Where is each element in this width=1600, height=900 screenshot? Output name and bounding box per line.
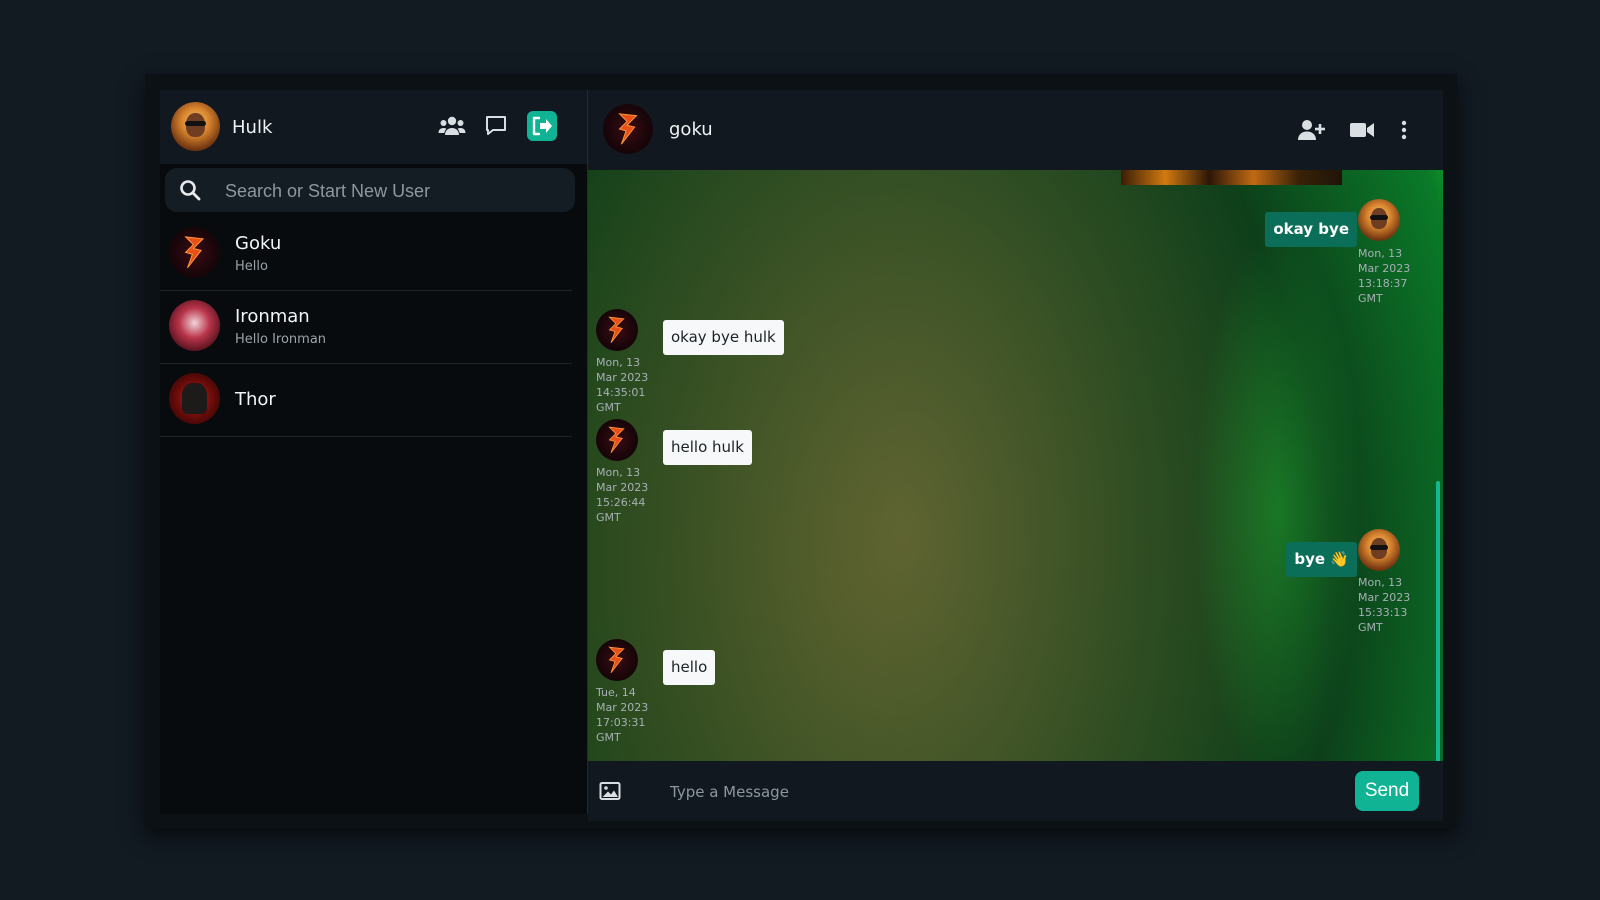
goku-logo-shape [608,426,626,453]
timestamp-line: Mon, 13 [596,466,641,479]
search-input[interactable] [223,168,567,214]
contact-name: Ironman [235,306,310,327]
timestamp-line: Mar 2023 [1358,591,1411,604]
sidebar: Hulk Search or Start New User Goku Hello… [160,90,587,814]
video-call-icon[interactable] [1347,115,1377,145]
current-user-name: Hulk [232,117,273,138]
timestamp-line: GMT [596,401,621,414]
message-timestamp: Mon, 13 Mar 2023 15:26:44 GMT [596,465,656,525]
chat-contact-name: goku [669,119,713,140]
outgoing-message-bubble: okay bye [1265,212,1357,247]
send-button[interactable]: Send [1355,771,1419,811]
contact-item-ironman[interactable]: Ironman Hello Ironman [160,290,572,364]
search-icon [179,179,201,201]
timestamp-line: Mon, 13 [1358,576,1403,589]
chat-panel: goku okay bye Mon, 13 Mar 2023 13:18:37 … [587,90,1443,821]
image-message-preview[interactable] [1121,170,1342,185]
chat-app-window: Hulk Search or Start New User Goku Hello… [145,74,1457,828]
contact-last-message: Hello Ironman [235,332,327,347]
sidebar-header: Hulk [160,90,587,164]
timestamp-line: 15:33:13 [1358,606,1408,619]
message-timestamp: Tue, 14 Mar 2023 17:03:31 GMT [596,685,656,745]
chat-glyph [486,116,506,135]
timestamp-line: GMT [596,731,621,744]
logout-icon [532,116,552,136]
messages-area[interactable]: okay bye Mon, 13 Mar 2023 13:18:37 GMT M… [588,170,1443,761]
contact-avatar [169,227,220,278]
message-timestamp: Mon, 13 Mar 2023 15:33:13 GMT [1358,575,1418,635]
incoming-message-bubble: hello [663,650,716,685]
timestamp-line: 14:35:01 [596,386,646,399]
avatar-shades-shape [184,120,207,127]
contact-avatar [169,300,220,351]
goku-logo-shape [608,646,626,673]
goku-logo-shape [618,113,638,145]
thor-figure-shape [181,383,208,414]
timestamp-line: Mon, 13 [1358,247,1403,260]
image-glyph [599,782,621,800]
search-glyph [180,180,201,201]
logout-button[interactable] [527,111,557,141]
contact-item-thor[interactable]: Thor [160,363,572,437]
message-sender-avatar [1358,529,1400,571]
contact-last-message: Hello [235,259,268,274]
timestamp-line: GMT [1358,292,1383,305]
incoming-message-bubble: okay bye hulk [663,320,784,355]
timestamp-line: Tue, 14 [596,686,636,699]
video-camera-glyph [1350,123,1374,137]
goku-logo-shape [608,316,626,343]
avatar-shades-shape [1369,214,1389,220]
chat-header: goku [588,90,1443,170]
timestamp-line: Mar 2023 [596,371,649,384]
message-sender-avatar [596,309,638,351]
users-glyph [438,116,466,135]
timestamp-line: 17:03:31 [596,716,646,729]
message-composer: Send [588,761,1443,821]
timestamp-line: Mar 2023 [1358,262,1411,275]
incoming-message-bubble: hello hulk [663,430,752,465]
users-icon[interactable] [437,111,467,141]
search-bar [165,168,575,214]
add-user-icon[interactable] [1296,115,1326,145]
contact-avatar [169,373,220,424]
attach-image-icon[interactable] [595,776,625,806]
contact-name: Goku [235,233,282,254]
message-timestamp: Mon, 13 Mar 2023 13:18:37 GMT [1358,246,1418,306]
current-user-avatar[interactable] [171,102,220,151]
message-input[interactable] [668,771,1332,813]
message-sender-avatar [596,639,638,681]
more-options-icon[interactable] [1389,115,1419,145]
message-sender-avatar [1358,199,1400,241]
messages-scrollbar[interactable] [1436,481,1440,761]
contact-name: Thor [235,389,276,410]
timestamp-line: Mar 2023 [596,481,649,494]
message-timestamp: Mon, 13 Mar 2023 14:35:01 GMT [596,355,656,415]
message-sender-avatar [596,419,638,461]
contact-item-goku[interactable]: Goku Hello [160,217,572,291]
avatar-shades-shape [1369,544,1389,550]
timestamp-line: 13:18:37 [1358,277,1408,290]
timestamp-line: 15:26:44 [596,496,646,509]
timestamp-line: Mar 2023 [596,701,649,714]
add-user-glyph [1298,120,1325,140]
timestamp-line: GMT [1358,621,1383,634]
chat-icon[interactable] [481,111,511,141]
kebab-glyph [1401,120,1407,140]
timestamp-line: Mon, 13 [596,356,641,369]
outgoing-message-bubble: bye 👋 [1286,542,1357,577]
chat-contact-avatar[interactable] [603,104,653,154]
timestamp-line: GMT [596,511,621,524]
goku-logo-shape [184,236,205,269]
